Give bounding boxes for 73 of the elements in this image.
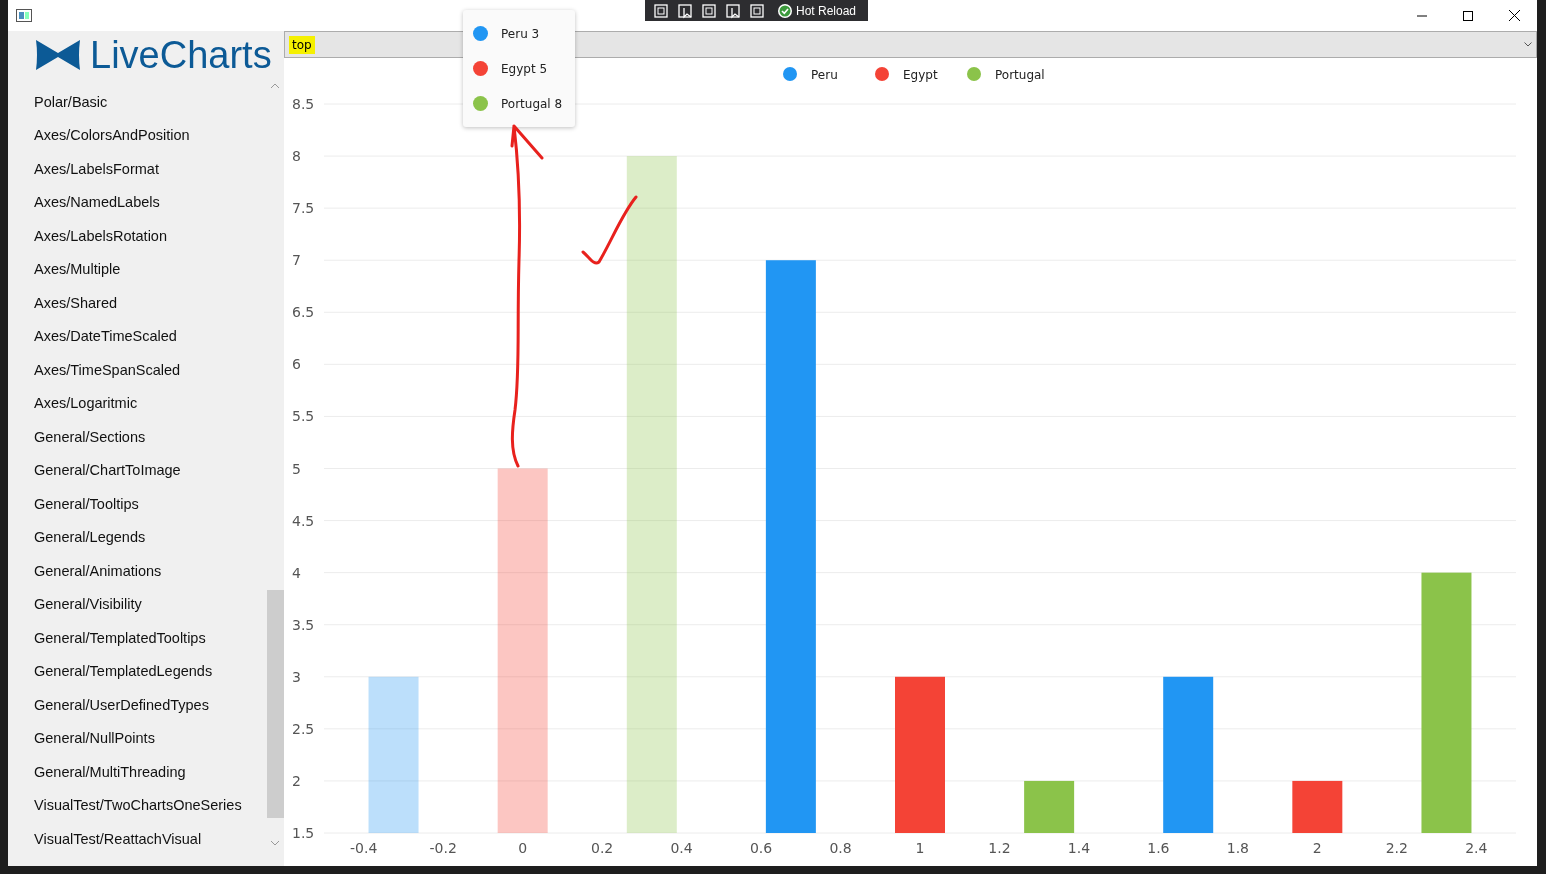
legend-label: Egypt [903,68,938,82]
axis-label: 5 [292,460,301,477]
app-icon [16,9,32,22]
axis-label: 0.2 [591,840,614,856]
axis-label: 3.5 [292,616,315,633]
axis-label: -0.4 [350,840,378,856]
scrollbar-thumb[interactable] [267,590,284,818]
axis-label: 0 [518,840,528,856]
axis-label: 0.6 [749,840,773,856]
axis-label: 6.5 [292,304,315,321]
axis-label: 8.5 [292,96,315,112]
sidebar-item[interactable]: General/Tooltips [8,487,267,521]
maximize-icon [1463,10,1473,21]
sidebar-item[interactable]: General/Animations [8,554,267,588]
legend-label: Peru [811,68,838,82]
sidebar-item[interactable]: General/UserDefinedTypes [8,688,267,722]
sidebar-item[interactable]: General/Legends [8,520,267,554]
axis-label: 1.5 [292,825,315,841]
axis-label: 2 [292,772,301,789]
axis-label: 0.4 [670,840,693,856]
sidebar-item[interactable]: General/ChartToImage [8,453,267,487]
axis-label: 0.8 [829,840,852,856]
hot-reload-button[interactable]: Hot Reload [773,2,861,19]
axis-label: 1 [915,840,925,856]
axis-label: 1.4 [1067,840,1091,856]
toolbar-icon[interactable] [653,2,671,19]
sidebar-item[interactable]: General/Sections [8,420,267,454]
sidebar-item[interactable]: General/NullPoints [8,721,267,755]
sidebar-item[interactable]: General/TemplatedLegends [8,654,267,688]
axis-label: 5.5 [292,408,315,425]
axis-label: 4.5 [292,512,315,529]
sidebar-item[interactable]: VisualTest/TwoChartsOneSeries [8,788,267,822]
axis-label: 4 [292,564,301,581]
sidebar-item[interactable]: Axes/ColorsAndPosition [8,118,267,152]
sidebar-item[interactable]: Axes/TimeSpanScaled [8,353,267,387]
sidebar-item[interactable]: General/Visibility [8,587,267,621]
toolbar-icon[interactable] [701,2,719,19]
axis-label: 3 [292,668,301,685]
toolbar-icon[interactable] [677,2,695,19]
check-icon [777,2,793,19]
sidebar-item[interactable]: Axes/Multiple [8,252,267,286]
sidebar-item[interactable]: Axes/NamedLabels [8,185,267,219]
logo-text: LiveCharts [90,33,272,77]
axis-label: 1.8 [1226,840,1249,856]
close-icon [1508,10,1520,21]
sidebar-item[interactable]: General/TemplatedTooltips [8,621,267,655]
sidebar-item[interactable]: Axes/Logaritmic [8,386,267,420]
logo-icon [36,40,80,70]
axis-label: 7 [292,252,301,269]
sidebar-item[interactable]: Axes/DateTimeScaled [8,319,267,353]
axis-label: 1.6 [1147,840,1170,856]
sidebar-item[interactable]: Polar/Basic [8,85,267,119]
axis-label: 2.2 [1385,840,1408,856]
axis-label: 1.2 [988,840,1011,856]
tooltip-label: Portugal 8 [501,96,563,111]
sidebar-item[interactable]: Axes/LabelsRotation [8,219,267,253]
caret-icon [1524,42,1532,47]
axis-label: 8 [292,148,301,165]
legend-label: Portugal [995,68,1045,82]
toolbar-icon[interactable] [725,2,743,19]
sidebar-item[interactable]: Axes/Shared [8,286,267,320]
axis-label: 7.5 [292,200,315,217]
check-mark-drawing [581,195,638,265]
sidebar-item[interactable]: Axes/LabelsFormat [8,152,267,186]
axis-label: 2.4 [1465,840,1488,856]
axis-label: 6 [292,356,301,373]
toolbar-icon[interactable] [749,2,767,19]
sidebar-item[interactable]: VisualTest/ReattachVisual [8,822,267,856]
axis-label: 2 [1312,840,1322,856]
tooltip-label: Egypt 5 [501,61,548,76]
axis-label: -0.2 [429,840,457,856]
sidebar-item[interactable]: General/MultiThreading [8,755,267,789]
axis-label: 2.5 [292,720,315,737]
